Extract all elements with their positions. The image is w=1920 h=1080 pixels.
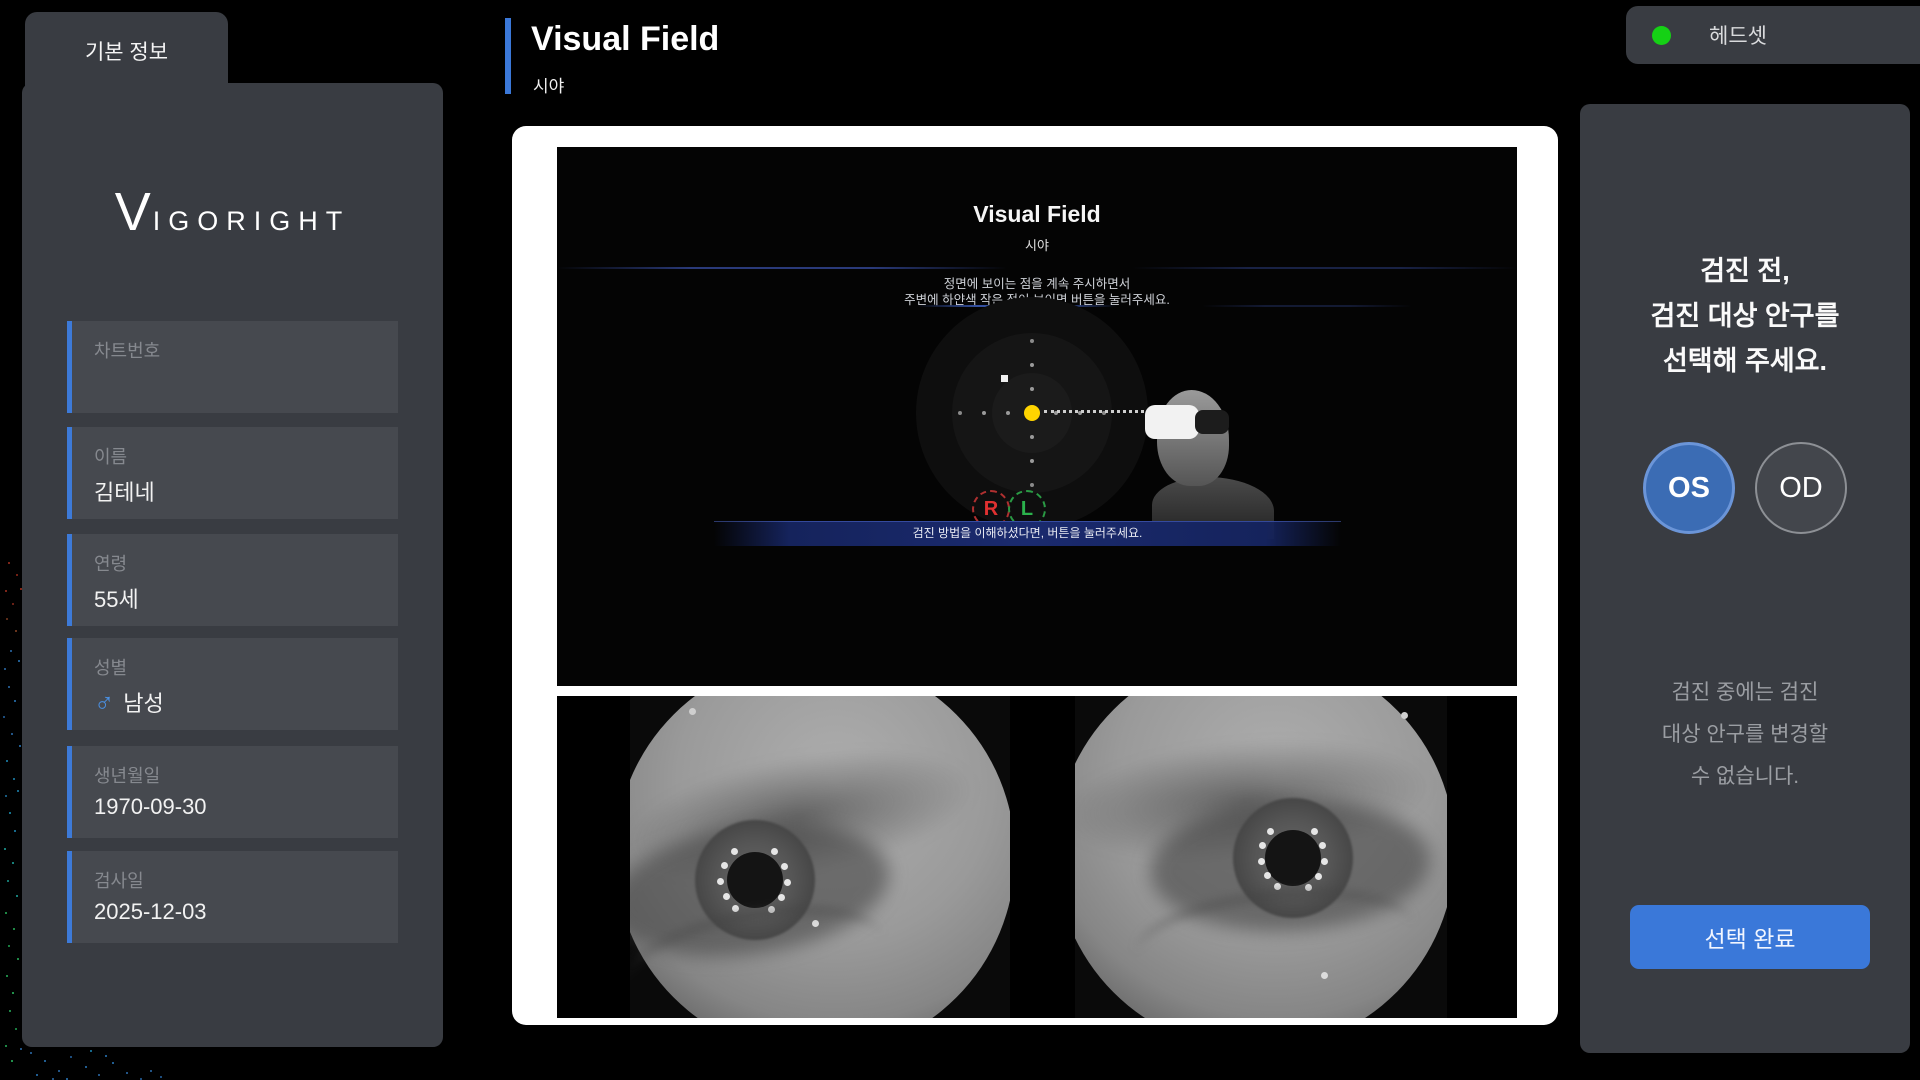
right-eye-badge-label: R [984,498,998,521]
particle-decoration-corner [0,0,2,2]
od-button[interactable]: OD [1755,442,1847,534]
eye-selection-panel: 검진 전, 검진 대상 안구를 선택해 주세요. OS OD 검진 중에는 검진… [1580,104,1910,1053]
page-title: Visual Field [531,20,719,59]
note-line: 수 없습니다. [1580,756,1910,798]
vr-bottom-message: 검진 방법을 이해하셨다면, 버튼을 눌러주세요. [714,521,1341,546]
prompt-line: 검진 전, [1580,249,1910,294]
prompt-line: 검진 대상 안구를 [1580,294,1910,339]
divider [557,267,1007,269]
page-subtitle: 시야 [533,72,564,97]
field-label: 생년월일 [94,762,160,788]
title-accent-bar [505,18,511,94]
selection-note: 검진 중에는 검진 대상 안구를 변경할 수 없습니다. [1580,672,1910,798]
vr-headset-strap [1195,410,1229,434]
vr-scene-subtitle: 시야 [557,235,1517,254]
stimulus-point [1001,375,1008,382]
selection-prompt: 검진 전, 검진 대상 안구를 선택해 주세요. [1580,249,1910,384]
note-line: 검진 중에는 검진 [1580,672,1910,714]
headset-label: 헤드셋 [1709,20,1767,50]
eye-option-group: OS OD [1580,442,1910,534]
field-value: 1970-09-30 [94,794,207,820]
ir-led-glints [1289,854,1296,861]
field-label: 이름 [94,443,127,469]
eye-camera-strip [557,696,1517,1018]
tab-basic-info-label: 기본 정보 [85,36,168,66]
field-value: 김테네 [94,475,155,507]
app-window: 기본 정보 VIGORIGHT 차트번호 이름 김테네 연령 55세 성별 ♂ … [0,0,1920,1080]
male-icon: ♂ [94,689,114,716]
field-label: 연령 [94,550,127,576]
confirm-selection-button[interactable]: 선택 완료 [1630,905,1870,969]
field-value: ♂ 남성 [94,686,164,718]
divider [1202,305,1412,307]
field-value: 2025-12-03 [94,899,207,925]
left-eye-camera-view [1075,696,1447,1018]
vr-scene-title: Visual Field [557,201,1517,228]
vigoright-logo: VIGORIGHT [22,181,443,243]
os-button[interactable]: OS [1643,442,1735,534]
field-birthdate: 생년월일 1970-09-30 [67,746,398,838]
patient-sidebar: VIGORIGHT 차트번호 이름 김테네 연령 55세 성별 ♂ 남성 생년월… [22,83,443,1047]
headset-status-chip: 헤드셋 [1626,6,1920,64]
gender-value: 남성 [123,686,163,718]
field-gender: 성별 ♂ 남성 [67,638,398,730]
note-line: 대상 안구를 변경할 [1580,714,1910,756]
tab-basic-info[interactable]: 기본 정보 [25,12,228,92]
ir-led-glints [751,876,758,883]
left-eye-badge-label: L [1021,498,1033,521]
fixation-target [1024,405,1040,421]
field-label: 차트번호 [94,337,160,363]
divider [1132,267,1517,269]
field-value: 55세 [94,582,139,614]
vr-scene-view: Visual Field 시야 정면에 보이는 점을 계속 주시하면서 주변에 … [557,147,1517,686]
headset-status-dot-icon [1652,26,1671,45]
field-label: 성별 [94,654,127,680]
right-eye-camera-view [630,696,1010,1018]
prompt-line: 선택해 주세요. [1580,339,1910,384]
field-age: 연령 55세 [67,534,398,626]
field-label: 검사일 [94,867,144,893]
field-name: 이름 김테네 [67,427,398,519]
vr-headset-icon [1145,405,1199,439]
field-chart-number: 차트번호 [67,321,398,413]
field-exam-date: 검사일 2025-12-03 [67,851,398,943]
vr-monitor-panel: Visual Field 시야 정면에 보이는 점을 계속 주시하면서 주변에 … [512,126,1558,1025]
